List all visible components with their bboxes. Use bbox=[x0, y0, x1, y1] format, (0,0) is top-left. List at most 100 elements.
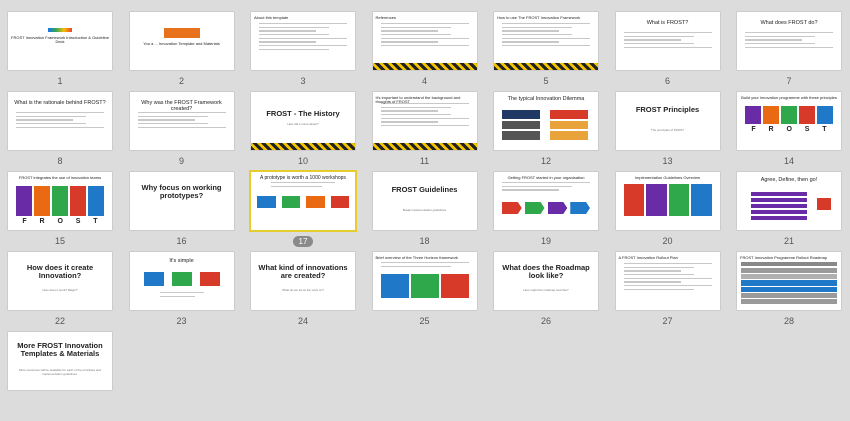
slide-title: The typical Innovation Dilemma bbox=[507, 96, 585, 102]
body-text-lines bbox=[271, 182, 335, 189]
slide-number: 4 bbox=[373, 76, 477, 86]
slide-preview[interactable]: It's simple bbox=[129, 252, 234, 310]
hazard-stripe bbox=[251, 143, 355, 150]
slide-thumbnail[interactable]: References 4 bbox=[372, 12, 477, 92]
slide-preview[interactable]: About this template bbox=[251, 12, 355, 70]
slide-preview[interactable]: F R O S T Build your innovation programme wit… bbox=[737, 92, 841, 150]
slide-thumbnail[interactable]: F R O S T Build your innovation programme wit… bbox=[737, 92, 841, 172]
slide-thumbnail[interactable]: How does it create Innovation? How does i… bbox=[8, 252, 112, 332]
slide-thumbnail[interactable]: The typical Innovation Dilemma 12 bbox=[494, 92, 598, 172]
slide-preview[interactable]: Why focus on working prototypes? bbox=[129, 172, 234, 230]
slide-thumbnail[interactable]: FROST Guidelines Break implementation gui… bbox=[372, 172, 477, 252]
slide-preview[interactable]: Implementation Guidelines Overview bbox=[615, 172, 720, 230]
slide-number: 5 bbox=[494, 76, 598, 86]
slide-thumbnail[interactable]: How to use The FROST Innovation Framewor… bbox=[494, 12, 598, 92]
slide-number: 28 bbox=[737, 316, 841, 326]
slide-thumbnail[interactable]: What kind of innovations are created? Wha… bbox=[251, 252, 355, 332]
slide-preview[interactable]: FROST Guidelines Break implementation gui… bbox=[372, 172, 477, 230]
slide-preview[interactable]: FROST Innovation Framework Introduction … bbox=[8, 12, 112, 70]
slide-number-label: 10 bbox=[297, 156, 308, 166]
slide-thumbnail[interactable]: A prototype is worth a 1000 workshops 17 bbox=[251, 172, 355, 252]
slide-title: A FROST Innovation Rollout Plan bbox=[618, 255, 678, 260]
slide-number-label: 2 bbox=[178, 76, 184, 86]
slide-preview[interactable]: What does the Roadmap look like? How migh… bbox=[494, 252, 598, 310]
frost-letter: S bbox=[804, 126, 810, 133]
slide-thumbnail[interactable]: FROST Innovation Programme Rollout Roadm… bbox=[737, 252, 841, 332]
slide-number: 21 bbox=[737, 236, 841, 246]
hazard-stripe bbox=[494, 63, 598, 70]
slide-title: It's important to understand the backgro… bbox=[375, 95, 461, 105]
body-text-lines bbox=[259, 23, 347, 53]
slide-thumbnail[interactable]: It's simple 23 bbox=[129, 252, 234, 332]
slide-thumbnail[interactable]: FROST Principles The principles of FROST 1… bbox=[615, 92, 720, 172]
hazard-stripe bbox=[372, 143, 477, 150]
slide-subtitle: How might the roadmap look like? bbox=[523, 288, 569, 292]
slide-thumbnail[interactable]: What does the Roadmap look like? How migh… bbox=[494, 252, 598, 332]
slide-preview[interactable]: A FROST Innovation Rollout Plan bbox=[615, 252, 720, 310]
slide-title: How does it create Innovation? bbox=[26, 263, 94, 281]
slide-preview[interactable]: What kind of innovations are created? Wha… bbox=[251, 252, 355, 310]
slide-number: 14 bbox=[737, 156, 841, 166]
slide-thumbnail[interactable]: A FROST Innovation Rollout Plan 27 bbox=[615, 252, 720, 332]
slide-preview[interactable]: F R O S T FROST integrates the use of innovat… bbox=[8, 172, 112, 230]
slide-thumbnail[interactable]: What is the rationale behind FROST? 8 bbox=[8, 92, 112, 172]
slide-number-label: 26 bbox=[540, 316, 551, 326]
slide-thumbnail[interactable]: What does FROST do? 7 bbox=[737, 12, 841, 92]
slide-preview[interactable]: What is the rationale behind FROST? bbox=[8, 92, 112, 150]
slide-preview[interactable]: FROST Innovation Programme Rollout Roadm… bbox=[737, 252, 841, 310]
slide-thumbnail[interactable]: Why was the FROST Framework created? 9 bbox=[129, 92, 234, 172]
frost-letter: S bbox=[75, 218, 81, 225]
slide-title: References bbox=[375, 15, 396, 20]
slide-preview[interactable]: The typical Innovation Dilemma bbox=[494, 92, 598, 150]
slide-number: 12 bbox=[494, 156, 598, 166]
slide-subtitle: More resources will be available for eac… bbox=[18, 368, 102, 376]
frost-letter: F bbox=[22, 218, 27, 225]
slide-title: It's simple bbox=[169, 258, 194, 264]
slide-number-label: 25 bbox=[419, 316, 430, 326]
slide-thumbnail[interactable]: Getting FROST started in your organisati… bbox=[494, 172, 598, 252]
slide-thumbnail[interactable]: Implementation Guidelines Overview 20 bbox=[615, 172, 720, 252]
slide-number: 23 bbox=[130, 316, 234, 326]
slide-preview[interactable]: What does FROST do? bbox=[737, 12, 841, 70]
slide-number: 7 bbox=[737, 76, 841, 86]
slide-number-label: 23 bbox=[176, 316, 187, 326]
frost-principle-columns bbox=[745, 106, 833, 124]
slide-number: 9 bbox=[130, 156, 234, 166]
horizon-boxes bbox=[380, 274, 469, 298]
guideline-columns bbox=[623, 184, 712, 216]
slide-thumbnail[interactable]: FROST Innovation Framework Introduction … bbox=[8, 12, 112, 92]
slide-thumbnail[interactable]: About this template 3 bbox=[251, 12, 355, 92]
slide-thumbnail[interactable]: More FROST Innovation Templates & Materi… bbox=[8, 332, 112, 412]
slide-preview[interactable]: What is FROST? bbox=[615, 12, 720, 70]
slide-thumbnail[interactable]: FROST - The History How did it come about… bbox=[251, 92, 355, 172]
slide-preview[interactable]: You a ... Innovation Template and Materi… bbox=[129, 12, 234, 70]
slide-number-label: 22 bbox=[54, 316, 65, 326]
slide-preview[interactable]: A prototype is worth a 1000 workshops bbox=[251, 172, 355, 230]
slide-number: 19 bbox=[494, 236, 598, 246]
slide-preview[interactable]: How does it create Innovation? How does i… bbox=[8, 252, 112, 310]
slide-preview[interactable]: Agree, Define, then go! bbox=[737, 172, 841, 230]
slide-thumbnail[interactable]: Brief overview of the Three Horizon fram… bbox=[372, 252, 477, 332]
slide-title: Why was the FROST Framework created? bbox=[141, 100, 222, 113]
slide-thumbnail[interactable]: Why focus on working prototypes? 16 bbox=[129, 172, 234, 252]
slide-thumbnail[interactable]: It's important to understand the backgro… bbox=[372, 92, 477, 172]
slide-preview[interactable]: It's important to understand the backgro… bbox=[372, 92, 477, 150]
slide-thumbnail[interactable]: You a ... Innovation Template and Materi… bbox=[129, 12, 234, 92]
slide-preview[interactable]: References bbox=[372, 12, 477, 70]
slide-preview[interactable]: FROST - The History How did it come about… bbox=[251, 92, 355, 150]
slide-number-label: 16 bbox=[176, 236, 187, 246]
slide-preview[interactable]: How to use The FROST Innovation Framewor… bbox=[494, 12, 598, 70]
slide-thumbnail[interactable]: Agree, Define, then go! 21 bbox=[737, 172, 841, 252]
slide-preview[interactable]: Brief overview of the Three Horizon fram… bbox=[372, 252, 477, 310]
slide-number: 24 bbox=[251, 316, 355, 326]
slide-thumbnail[interactable]: F R O S T FROST integrates the use of innovat… bbox=[8, 172, 112, 252]
slide-number: 6 bbox=[616, 76, 720, 86]
slide-preview[interactable]: Getting FROST started in your organisati… bbox=[494, 172, 598, 230]
slide-preview[interactable]: Why was the FROST Framework created? bbox=[129, 92, 234, 150]
logo-graphic bbox=[48, 28, 72, 32]
slide-thumbnail[interactable]: What is FROST? 6 bbox=[615, 12, 720, 92]
slide-title: FROST Principles bbox=[635, 105, 700, 114]
slide-title: What kind of innovations are created? bbox=[258, 263, 348, 281]
slide-preview[interactable]: FROST Principles The principles of FROST bbox=[615, 92, 720, 150]
slide-preview[interactable]: More FROST Innovation Templates & Materi… bbox=[8, 332, 112, 390]
